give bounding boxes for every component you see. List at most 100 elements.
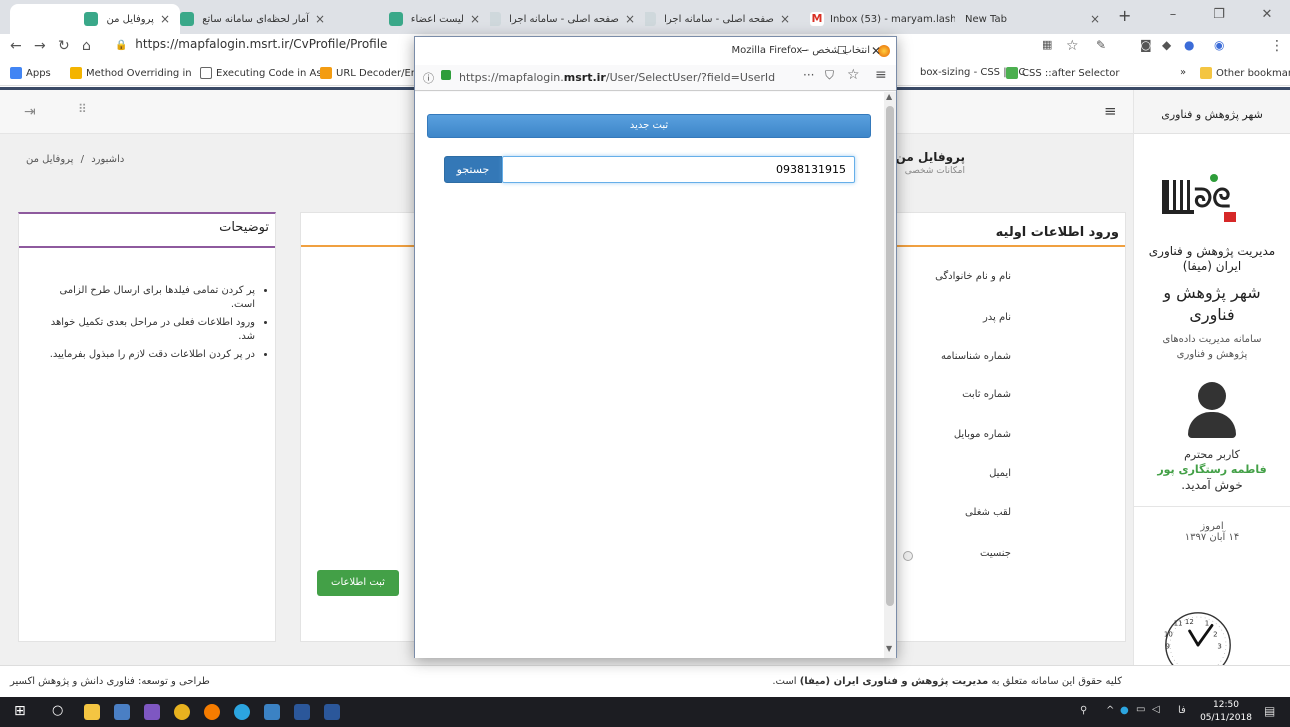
note-item: ورود اطلاعات فعلی در مراحل بعدی تکمیل خو… — [45, 316, 255, 344]
close-tab-icon[interactable]: × — [160, 12, 170, 26]
word-icon[interactable] — [324, 704, 340, 720]
bookmark-star-icon[interactable]: ☆ — [847, 67, 860, 83]
popup-menu-icon[interactable]: ≡ — [875, 67, 887, 83]
search-input[interactable] — [502, 156, 855, 183]
tab-profile[interactable]: × پروفایل من — [10, 4, 180, 34]
visio-icon[interactable] — [294, 704, 310, 720]
submit-button[interactable]: ثبت اطلاعات — [317, 570, 399, 596]
app-icon[interactable] — [264, 704, 280, 720]
bookmark-apps[interactable]: Apps — [10, 67, 51, 79]
other-bookmarks[interactable]: Other bookmarks — [1200, 67, 1290, 79]
volume-icon[interactable]: ◁ — [1152, 704, 1160, 715]
tab-home-2[interactable]: × صفحه اصلی - سامانه اجرا — [645, 4, 800, 34]
visual-studio-icon[interactable] — [144, 704, 160, 720]
site-icon — [1006, 67, 1018, 79]
user-name: فاطمه رستگاری پور — [1157, 463, 1267, 476]
minimize-button[interactable]: – — [1150, 4, 1196, 28]
reload-icon[interactable]: ↻ — [58, 38, 70, 54]
people-icon[interactable]: ⚲ — [1080, 705, 1087, 716]
info-icon[interactable]: ⓘ — [423, 70, 434, 86]
popup-close-button[interactable]: ✕ — [871, 37, 881, 65]
apps-grid-icon[interactable]: ⠿ — [78, 102, 87, 116]
gender-radio[interactable] — [903, 551, 913, 561]
clock-date: 05/11/2018 — [1200, 713, 1252, 723]
pocket-icon[interactable]: ⛉ — [825, 68, 834, 83]
notification-icon[interactable]: ▤ — [1264, 704, 1275, 718]
lock-icon — [441, 70, 451, 80]
tab-title: لیست اعضاء — [410, 13, 464, 25]
bookmark-label: Apps — [26, 67, 51, 79]
clock-time: 12:50 — [1213, 700, 1239, 710]
windows-taskbar: ⊞ ○ ⚲ ^ ● ▭ ◁ فا 12:50 05/11/2018 ▤ — [0, 697, 1290, 727]
back-icon[interactable]: ← — [10, 38, 22, 54]
popup-scrollbar[interactable]: ▲ ▼ — [884, 92, 896, 658]
app-icon[interactable] — [114, 704, 130, 720]
page-title: پروفایل من — [895, 150, 965, 164]
home-icon[interactable]: ⌂ — [82, 38, 91, 54]
notes-panel: توضیحات پر کردن تمامی فیلدها برای ارسال … — [18, 212, 276, 642]
search-button[interactable]: جستجو — [444, 156, 502, 183]
today-label: امروز — [1200, 521, 1224, 532]
browser-tab-bar: × پروفایل من × آمار لحظه‌ای سامانه ساتع … — [0, 0, 1290, 34]
breadcrumb-current: پروفایل من — [26, 154, 74, 165]
tab-title: پروفایل من — [106, 13, 154, 25]
bookmark-item[interactable]: CSS ::after Selector — [1006, 67, 1120, 79]
tab-newtab[interactable]: New Tab × — [955, 4, 1110, 34]
footer-copyright: کلیه حقوق این سامانه متعلق به مدیریت پژو… — [772, 676, 1122, 687]
scroll-up-icon[interactable]: ▲ — [886, 92, 892, 101]
close-window-button[interactable]: ✕ — [1244, 4, 1290, 28]
close-tab-icon[interactable]: × — [470, 12, 480, 26]
maximize-button[interactable]: ❐ — [1196, 4, 1242, 28]
logout-icon[interactable]: ⇥ — [24, 104, 36, 120]
file-explorer-icon[interactable] — [84, 704, 100, 720]
svg-text:2: 2 — [1213, 631, 1217, 639]
tab-inbox[interactable]: M Inbox (53) - maryam.lash × — [800, 4, 955, 34]
svg-text:11: 11 — [1174, 619, 1183, 627]
svg-text:9: 9 — [1166, 643, 1170, 651]
chrome-icon[interactable] — [174, 704, 190, 720]
city-title: شهر پژوهش و فناوری — [1163, 283, 1261, 324]
tray-chevron-icon[interactable]: ^ — [1106, 705, 1114, 716]
windows-start-icon[interactable]: ⊞ — [14, 703, 26, 719]
footer-text: کلیه حقوق این سامانه متعلق به — [991, 676, 1122, 687]
tab-members[interactable]: × لیست اعضاء — [335, 4, 490, 34]
doc-favicon-icon — [490, 12, 502, 26]
mifa-logo: ᘐᘓ — [1162, 174, 1262, 222]
bookmark-item[interactable]: Executing Code in As — [200, 67, 322, 79]
new-tab-button[interactable]: + — [1118, 6, 1131, 25]
close-tab-icon[interactable]: × — [625, 12, 635, 26]
more-bookmarks[interactable]: » — [1180, 67, 1186, 78]
apps-grid-icon — [10, 67, 22, 79]
close-tab-icon[interactable]: × — [1090, 12, 1100, 26]
url-text: /User/SelectUser/?field=UserId — [605, 71, 776, 84]
tab-title: Inbox (53) - maryam.lash — [830, 13, 955, 25]
bookmark-item[interactable]: URL Decoder/Enc — [320, 67, 423, 79]
clock[interactable]: 12:50 05/11/2018 — [1200, 699, 1252, 725]
telegram-tray-icon[interactable]: ● — [1120, 705, 1129, 716]
close-tab-icon[interactable]: × — [780, 12, 790, 26]
tab-stats[interactable]: × آمار لحظه‌ای سامانه ساتع — [180, 4, 335, 34]
search-icon[interactable]: ○ — [52, 703, 63, 718]
url-text: https://mapfalogin.msrt.ir/CvProfile/Pro… — [135, 37, 388, 51]
sidebar: شهر پژوهش و فناوری ᘐᘓ مدیریت پژوهش و فنا… — [1133, 90, 1290, 678]
hamburger-menu-icon[interactable]: ≡ — [1104, 102, 1117, 120]
svg-text:12: 12 — [1185, 618, 1194, 626]
scroll-down-icon[interactable]: ▼ — [886, 644, 892, 653]
language-indicator[interactable]: فا — [1178, 705, 1186, 716]
breadcrumb-home[interactable]: داشبورد — [91, 154, 124, 165]
popup-url-bar[interactable]: ⓘ https://mapfalogin.msrt.ir/User/Select… — [415, 65, 896, 91]
scrollbar-thumb[interactable] — [886, 106, 894, 606]
bookmark-label: Method Overriding in — [86, 67, 192, 79]
bookmark-label: URL Decoder/Enc — [336, 67, 423, 79]
tab-home-1[interactable]: × صفحه اصلی - سامانه اجرا — [490, 4, 645, 34]
popup-minimize-button[interactable]: – — [801, 37, 808, 65]
popup-maximize-button[interactable]: ☐ — [837, 37, 847, 65]
network-icon[interactable]: ▭ — [1136, 704, 1145, 715]
firefox-icon[interactable] — [204, 704, 220, 720]
telegram-icon[interactable] — [234, 704, 250, 720]
close-tab-icon[interactable]: × — [315, 12, 325, 26]
bookmark-item[interactable]: Method Overriding in — [70, 67, 192, 79]
forward-icon[interactable]: → — [34, 38, 46, 54]
page-actions-icon[interactable]: ··· — [803, 68, 814, 82]
new-record-button[interactable]: ثبت جدید — [427, 114, 871, 138]
